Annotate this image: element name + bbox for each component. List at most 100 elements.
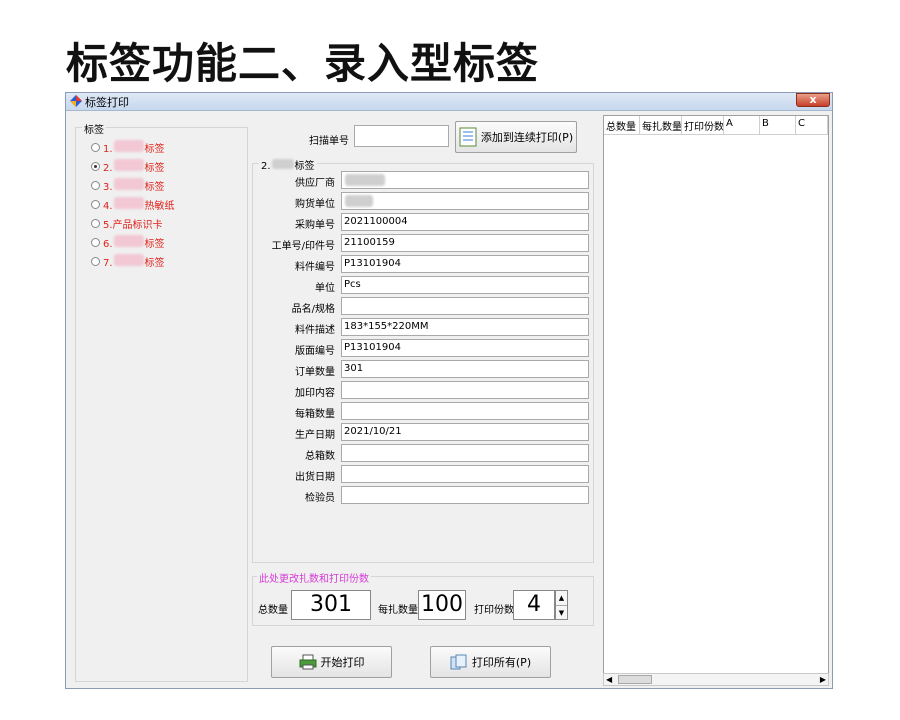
label-option-6[interactable]: 6. 标签 xyxy=(91,234,165,250)
radio-button[interactable] xyxy=(91,142,100,152)
field-input[interactable] xyxy=(341,297,589,315)
per-bundle-input[interactable]: 100 xyxy=(418,590,466,620)
scroll-right-icon[interactable]: ▶ xyxy=(820,674,826,685)
field-input[interactable]: Pcs xyxy=(341,276,589,294)
label-option-prefix: 4. xyxy=(103,200,113,212)
field-input[interactable]: P13101904 xyxy=(341,255,589,273)
label-option-5[interactable]: 5.产品标识卡 xyxy=(91,216,163,231)
label-option-7[interactable]: 7. 标签 xyxy=(91,253,165,269)
start-print-button[interactable]: 开始打印 xyxy=(271,646,392,678)
field-input[interactable]: 183*155*220MM xyxy=(341,318,589,336)
print-queue-grid[interactable]: 总数量 每扎数量 打印份数 A B C xyxy=(603,115,829,676)
field-input[interactable]: 2021/10/21 xyxy=(341,423,589,441)
label-option-text: 5.产品标识卡 xyxy=(103,216,163,231)
field-input[interactable] xyxy=(341,465,589,483)
form-group-legend: 2. 标签 xyxy=(259,157,317,172)
grid-column-header[interactable]: 打印份数 xyxy=(682,116,724,134)
scroll-left-icon[interactable]: ◀ xyxy=(606,674,612,685)
total-quantity-label: 总数量 xyxy=(258,605,288,616)
field-label: 供应厂商 xyxy=(295,178,335,189)
label-option-text: 6. 标签 xyxy=(103,234,165,250)
radio-button[interactable] xyxy=(91,180,100,190)
label-option-2[interactable]: 2. 标签 xyxy=(91,158,165,174)
label-group-legend: 标签 xyxy=(82,121,106,136)
close-icon: x xyxy=(809,93,817,106)
redacted-text xyxy=(113,177,144,190)
field-label: 工单号/印件号 xyxy=(271,241,335,252)
field-input[interactable] xyxy=(341,381,589,399)
redacted-text xyxy=(113,253,144,266)
label-option-prefix: 2. xyxy=(103,162,113,174)
label-option-3[interactable]: 3. 标签 xyxy=(91,177,165,193)
stepper-up-icon[interactable]: ▲ xyxy=(556,591,567,606)
field-label: 购货单位 xyxy=(295,199,335,210)
grid-column-header[interactable]: 每扎数量 xyxy=(640,116,682,134)
copies-stepper-input[interactable]: 4 xyxy=(513,590,555,620)
printer-icon xyxy=(299,654,316,670)
grid-column-header[interactable]: C xyxy=(796,116,828,134)
label-option-text: 7. 标签 xyxy=(103,253,165,269)
field-input[interactable] xyxy=(341,192,589,210)
label-type-group: 标签 1. 标签 2. 标签 3. 标签 4. 热敏纸 5.产品标识卡 6. 标签 7. 标签 xyxy=(75,121,248,682)
stepper-down-icon[interactable]: ▼ xyxy=(556,606,567,620)
start-print-label: 开始打印 xyxy=(320,656,365,669)
field-input[interactable] xyxy=(341,444,589,462)
redacted-text xyxy=(345,174,385,186)
window-title: 标签打印 xyxy=(85,96,129,109)
label-option-suffix: 标签 xyxy=(144,143,165,155)
scan-label: 扫描单号 xyxy=(309,136,349,147)
field-input[interactable] xyxy=(341,171,589,189)
close-button[interactable]: x xyxy=(796,93,830,107)
radio-button[interactable] xyxy=(91,237,100,247)
field-label: 检验员 xyxy=(305,493,335,504)
field-label: 料件描述 xyxy=(295,325,335,336)
radio-button[interactable] xyxy=(91,218,100,228)
label-option-text: 3. 标签 xyxy=(103,177,165,193)
field-input[interactable] xyxy=(341,486,589,504)
grid-column-header[interactable]: A xyxy=(724,116,760,134)
page-heading: 标签功能二、录入型标签 xyxy=(66,39,540,88)
grid-horizontal-scrollbar[interactable]: ◀ ▶ xyxy=(603,673,829,686)
redacted-text xyxy=(345,195,373,207)
field-label: 版面编号 xyxy=(295,346,335,357)
copies-stepper-buttons[interactable]: ▲ ▼ xyxy=(555,590,568,620)
field-label: 总箱数 xyxy=(305,451,335,462)
field-label: 订单数量 xyxy=(295,367,335,378)
label-option-suffix: 标签 xyxy=(144,257,165,269)
label-option-suffix: 标签 xyxy=(144,238,165,250)
label-option-suffix: 标签 xyxy=(144,181,165,193)
title-bar: 标签打印 x xyxy=(66,93,832,111)
print-all-button[interactable]: 打印所有(P) xyxy=(430,646,551,678)
field-input[interactable]: 2021100004 xyxy=(341,213,589,231)
grid-column-header[interactable]: B xyxy=(760,116,796,134)
quantity-hint: 此处更改扎数和打印份数 xyxy=(257,570,371,585)
radio-button[interactable] xyxy=(91,199,100,209)
radio-button[interactable] xyxy=(91,161,100,171)
field-label: 生产日期 xyxy=(295,430,335,441)
form-legend-prefix: 2. xyxy=(261,161,271,172)
scroll-thumb[interactable] xyxy=(618,675,652,684)
label-option-text: 1. 标签 xyxy=(103,139,165,155)
field-input[interactable]: 301 xyxy=(341,360,589,378)
scan-input[interactable] xyxy=(354,125,449,147)
label-print-window: 标签打印 x 标签 1. 标签 2. 标签 3. 标签 4. 热敏纸 5.产品标识卡 6. 标签 7.… xyxy=(65,92,833,689)
radio-button[interactable] xyxy=(91,256,100,266)
list-icon xyxy=(459,127,477,147)
field-input[interactable]: 21100159 xyxy=(341,234,589,252)
field-input[interactable] xyxy=(341,402,589,420)
label-option-text: 4. 热敏纸 xyxy=(103,196,175,212)
label-option-1[interactable]: 1. 标签 xyxy=(91,139,165,155)
label-option-prefix: 5.产品标识卡 xyxy=(103,219,163,231)
label-option-4[interactable]: 4. 热敏纸 xyxy=(91,196,175,212)
field-input[interactable]: P13101904 xyxy=(341,339,589,357)
redacted-text xyxy=(113,139,144,152)
label-option-suffix: 标签 xyxy=(144,162,165,174)
total-quantity-input[interactable]: 301 xyxy=(291,590,371,620)
field-label: 采购单号 xyxy=(295,220,335,231)
grid-column-header[interactable]: 总数量 xyxy=(604,116,640,134)
redacted-text xyxy=(271,159,294,169)
redacted-text xyxy=(113,234,144,247)
label-option-suffix: 热敏纸 xyxy=(144,200,175,212)
label-option-prefix: 1. xyxy=(103,143,113,155)
add-to-continuous-print-button[interactable]: 添加到连续打印(P) xyxy=(455,121,577,153)
